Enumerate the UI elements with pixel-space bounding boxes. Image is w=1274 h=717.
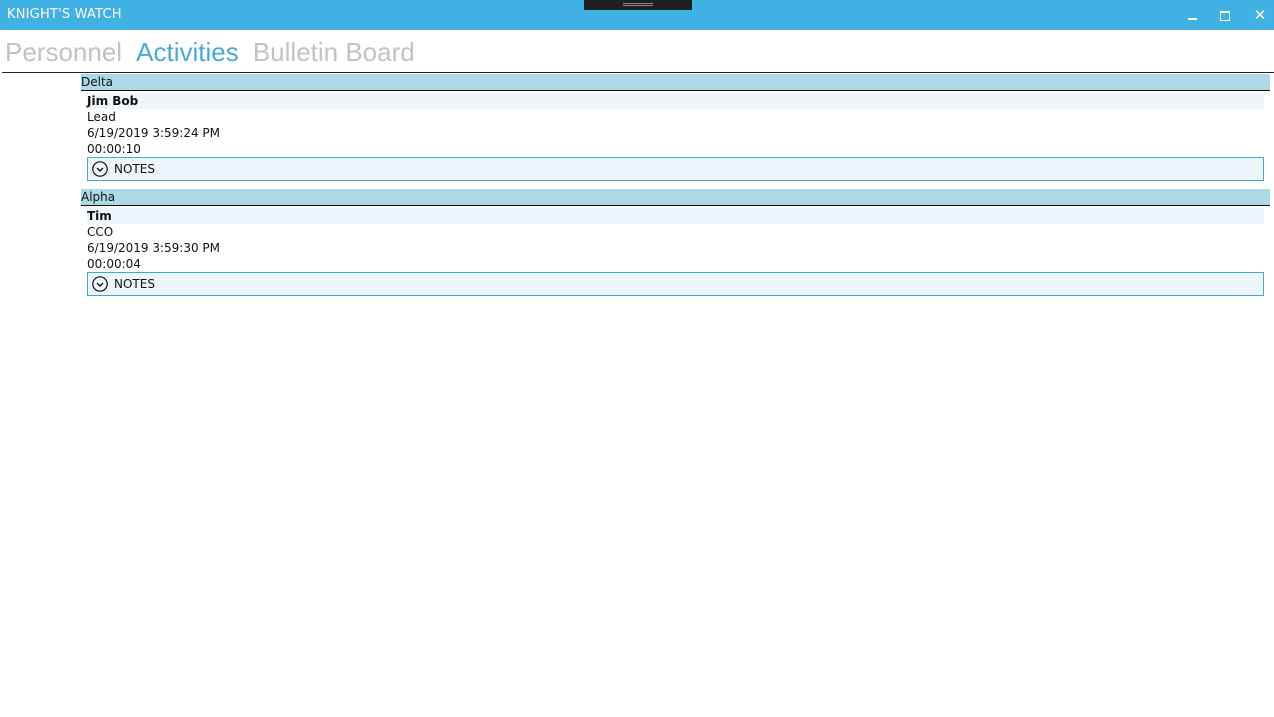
person-name: Jim Bob bbox=[87, 93, 1264, 109]
activity-entry: Tim CCO 6/19/2019 3:59:30 PM 00:00:04 NO… bbox=[87, 208, 1264, 296]
close-button[interactable]: ✕ bbox=[1249, 4, 1271, 26]
group-header: Alpha bbox=[81, 189, 1270, 206]
chevron-down-circle-icon bbox=[92, 276, 108, 292]
tab-personnel[interactable]: Personnel bbox=[5, 35, 122, 69]
activity-duration: 00:00:04 bbox=[87, 257, 141, 271]
activity-group: Alpha Tim CCO 6/19/2019 3:59:30 PM 00:00… bbox=[81, 189, 1270, 296]
tab-activities[interactable]: Activities bbox=[136, 35, 239, 69]
activity-timestamp: 6/19/2019 3:59:30 PM bbox=[87, 241, 221, 255]
person-role: Lead bbox=[87, 110, 116, 124]
chevron-down-circle-icon bbox=[92, 161, 108, 177]
close-icon: ✕ bbox=[1253, 6, 1267, 24]
notes-label: NOTES bbox=[114, 277, 155, 291]
maximize-icon bbox=[1220, 11, 1230, 21]
notes-expander[interactable]: NOTES bbox=[87, 272, 1264, 296]
group-header: Delta bbox=[81, 74, 1270, 91]
drag-handle[interactable] bbox=[584, 0, 692, 10]
title-bar: KNIGHT'S WATCH ✕ bbox=[0, 0, 1274, 30]
notes-expander[interactable]: NOTES bbox=[87, 157, 1264, 181]
person-name: Tim bbox=[87, 208, 1264, 224]
activity-duration: 00:00:10 bbox=[87, 142, 141, 156]
activity-list: Delta Jim Bob Lead 6/19/2019 3:59:24 PM … bbox=[81, 74, 1270, 304]
person-role: CCO bbox=[87, 225, 114, 239]
tab-bulletin-board[interactable]: Bulletin Board bbox=[253, 35, 415, 69]
activity-timestamp: 6/19/2019 3:59:24 PM bbox=[87, 126, 221, 140]
maximize-button[interactable] bbox=[1214, 4, 1236, 26]
nav-divider bbox=[2, 72, 1274, 73]
app-title: KNIGHT'S WATCH bbox=[7, 7, 122, 22]
main-nav: Personnel Activities Bulletin Board bbox=[5, 35, 424, 71]
notes-label: NOTES bbox=[114, 162, 155, 176]
activity-entry: Jim Bob Lead 6/19/2019 3:59:24 PM 00:00:… bbox=[87, 93, 1264, 181]
activity-group: Delta Jim Bob Lead 6/19/2019 3:59:24 PM … bbox=[81, 74, 1270, 181]
minimize-button[interactable] bbox=[1181, 4, 1203, 26]
minimize-icon bbox=[1187, 18, 1197, 20]
